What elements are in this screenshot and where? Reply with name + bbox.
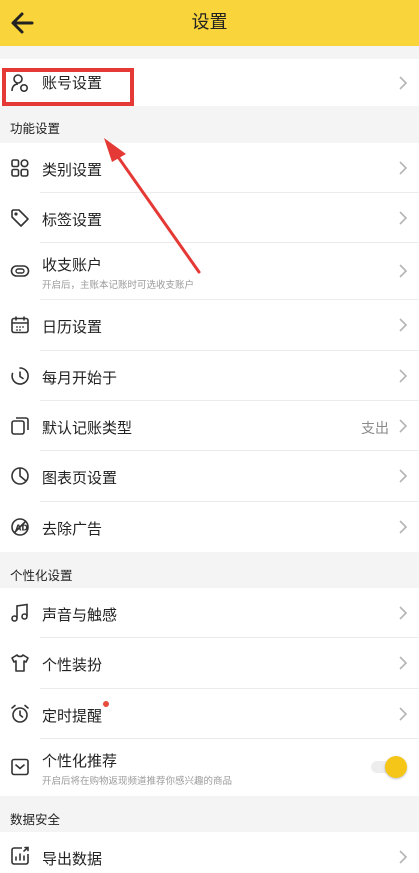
chevron-right-icon [398, 210, 408, 226]
month-start-label: 每月开始于 [42, 369, 118, 387]
inbox-icon [10, 757, 30, 777]
chevron-right-icon [398, 706, 408, 722]
default-type-label: 默认记账类型 [42, 419, 133, 437]
theme-label: 个性装扮 [42, 656, 103, 674]
income-expense-account-row[interactable]: 收支账户 开启后，主账本记账时可选收支账户 [0, 243, 419, 300]
chevron-right-icon [398, 317, 408, 333]
chevron-right-icon [398, 849, 408, 865]
default-type-value: 支出 [361, 421, 389, 437]
section-title: 功能设置 [10, 121, 61, 136]
pie-chart-icon [10, 466, 30, 486]
top-bar: 设置 [0, 0, 419, 46]
tag-settings-row[interactable]: 标签设置 [0, 193, 419, 243]
account-settings-row[interactable]: 账号设置 [0, 59, 419, 106]
recommendation-row: 个性化推荐 开启后将在购物返现频道推荐你感兴趣的商品 [0, 739, 419, 796]
export-data-label: 导出数据 [42, 850, 103, 868]
reminder-row[interactable]: 定时提醒 [0, 689, 419, 739]
recommendation-label: 个性化推荐 [42, 752, 118, 770]
chevron-right-icon [398, 605, 408, 621]
chevron-right-icon [398, 418, 408, 434]
remove-ads-row[interactable]: AD 去除广告 [0, 502, 419, 552]
category-settings-row[interactable]: 类别设置 [0, 143, 419, 193]
link-icon [10, 261, 30, 281]
alarm-clock-icon [10, 704, 30, 724]
tag-settings-label: 标签设置 [42, 211, 103, 229]
reminder-label: 定时提醒 [42, 707, 103, 725]
month-start-row[interactable]: 每月开始于 [0, 351, 419, 401]
income-expense-account-label: 收支账户 [42, 256, 103, 274]
chevron-right-icon [398, 368, 408, 384]
chevron-right-icon [398, 519, 408, 535]
notification-dot [103, 701, 109, 707]
tshirt-icon [10, 653, 30, 673]
sound-haptics-label: 声音与触感 [42, 606, 118, 624]
recommendation-subtitle: 开启后将在购物返现频道推荐你感兴趣的商品 [42, 776, 233, 787]
chevron-right-icon [398, 655, 408, 671]
page-title: 设置 [191, 12, 228, 33]
chevron-right-icon [398, 75, 408, 91]
calendar-settings-label: 日历设置 [42, 318, 103, 336]
recommendation-toggle[interactable] [371, 756, 407, 778]
category-settings-label: 类别设置 [42, 161, 103, 179]
grid-icon [10, 158, 30, 178]
section-title: 数据安全 [10, 812, 61, 827]
chevron-right-icon [398, 468, 408, 484]
chart-page-settings-label: 图表页设置 [42, 469, 118, 487]
theme-row[interactable]: 个性装扮 [0, 638, 419, 689]
section-function-settings: 功能设置 [0, 106, 419, 143]
section-title: 个性化设置 [10, 568, 73, 583]
copy-icon [10, 416, 30, 436]
user-settings-icon [10, 73, 30, 93]
default-type-row[interactable]: 默认记账类型 支出 [0, 401, 419, 451]
section-personalization: 个性化设置 [0, 552, 419, 588]
chart-page-settings-row[interactable]: 图表页设置 [0, 451, 419, 502]
chevron-right-icon [398, 160, 408, 176]
account-settings-label: 账号设置 [42, 74, 103, 92]
section-data-security: 数据安全 [0, 796, 419, 832]
clock-icon [10, 366, 30, 386]
tag-icon [10, 208, 30, 228]
income-expense-account-subtitle: 开启后，主账本记账时可选收支账户 [42, 280, 195, 291]
export-data-row[interactable]: 导出数据 [0, 832, 419, 873]
remove-ads-label: 去除广告 [42, 520, 103, 538]
music-note-icon [10, 603, 30, 623]
chevron-right-icon [398, 263, 408, 279]
calendar-icon [10, 315, 30, 335]
export-chart-icon [10, 846, 30, 866]
calendar-settings-row[interactable]: 日历设置 [0, 300, 419, 351]
no-ads-icon: AD [10, 517, 30, 537]
sound-haptics-row[interactable]: 声音与触感 [0, 588, 419, 638]
